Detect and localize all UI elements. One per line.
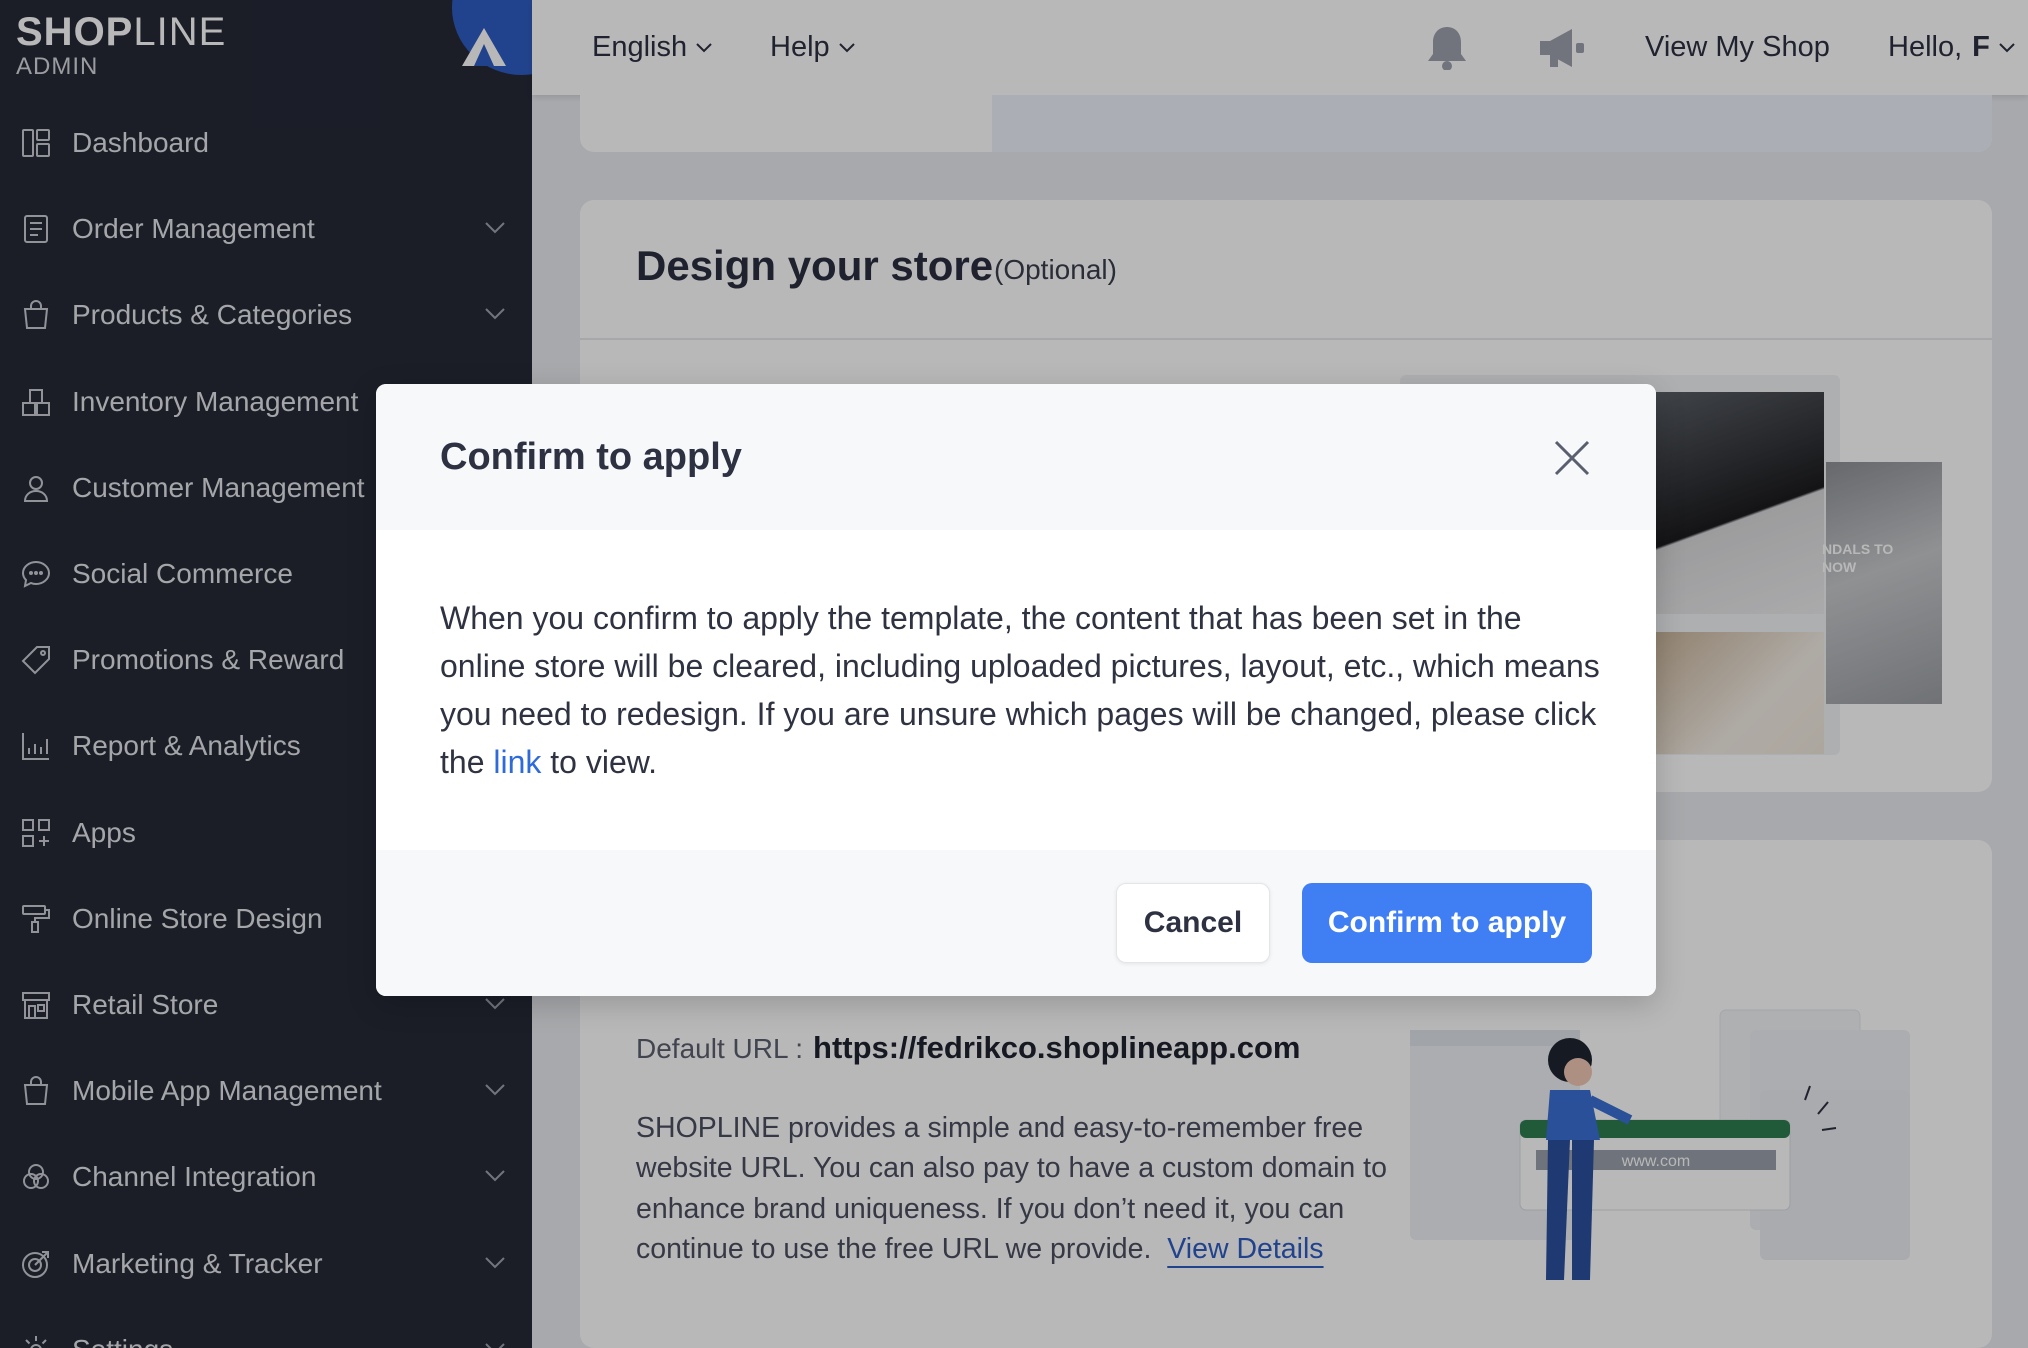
dialog-header: Confirm to apply [376, 384, 1656, 530]
close-icon[interactable] [1550, 436, 1594, 480]
confirm-apply-dialog: Confirm to apply When you confirm to app… [376, 384, 1656, 996]
cancel-button[interactable]: Cancel [1116, 883, 1270, 963]
dialog-title: Confirm to apply [440, 436, 742, 478]
message-text-end: to view. [541, 744, 657, 780]
dialog-message: When you confirm to apply the template, … [440, 594, 1600, 786]
changed-pages-link[interactable]: link [493, 744, 541, 780]
confirm-apply-button[interactable]: Confirm to apply [1302, 883, 1592, 963]
dialog-footer: Cancel Confirm to apply [376, 850, 1656, 996]
